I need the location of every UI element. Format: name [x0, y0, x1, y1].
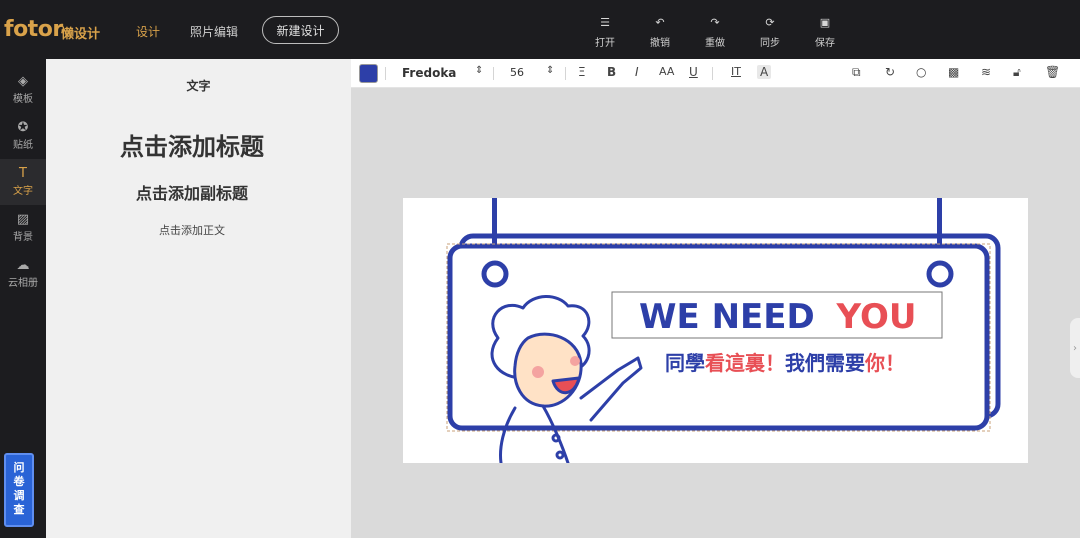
- redo-button[interactable]: ↷ 重做: [697, 16, 733, 49]
- rail-label-stickers: 贴纸: [13, 140, 33, 151]
- divider: [385, 67, 386, 80]
- divider: [565, 67, 566, 80]
- nav-photo-edit[interactable]: 照片编辑: [190, 23, 238, 40]
- hanging-ring: [481, 260, 509, 288]
- undo-button[interactable]: ↶ 撤销: [642, 16, 678, 49]
- underline-button[interactable]: U: [689, 65, 698, 79]
- text-effect-button[interactable]: A: [757, 65, 772, 79]
- nav-design[interactable]: 设计: [136, 23, 160, 40]
- shirt-button: [555, 450, 565, 460]
- bold-button[interactable]: B: [607, 65, 616, 79]
- rail-item-cloud[interactable]: ☁ 云相册: [0, 251, 46, 297]
- logo[interactable]: fotor: [4, 17, 63, 42]
- undo-icon: ↶: [655, 16, 665, 29]
- cheek: [570, 356, 580, 366]
- case-button[interactable]: AA: [659, 65, 674, 78]
- headline-part2: YOU: [836, 297, 917, 337]
- open-label: 打开: [595, 38, 615, 49]
- menu-icon: ☰: [600, 16, 610, 29]
- poster-graphic: WE NEED YOU 同學看這裏！我們需要你！: [446, 188, 1001, 465]
- new-design-button[interactable]: 新建设计: [262, 16, 339, 44]
- rail-item-templates[interactable]: ◈ 模板: [0, 67, 46, 113]
- search-icon[interactable]: ○: [916, 65, 926, 79]
- font-size-stepper-icon[interactable]: ⇕: [546, 65, 554, 76]
- redo-icon: ↷: [710, 16, 720, 29]
- fotor-editor: fotor 懒设计 设计 照片编辑 新建设计 ☰ 打开 ↶ 撤销 ↷ 重做 ⟳ …: [0, 0, 1080, 538]
- subtitle-part3: 我們需要: [785, 351, 865, 375]
- cloud-icon: ☁: [16, 258, 30, 273]
- subtitle-text[interactable]: 同學看這裏！我們需要你！: [665, 351, 905, 375]
- font-select-arrow-icon[interactable]: ⇕: [475, 65, 483, 76]
- shirt-button: [551, 433, 561, 443]
- copy-icon[interactable]: ⧉: [852, 65, 861, 80]
- save-button[interactable]: ▣ 保存: [807, 16, 843, 49]
- background-icon: ▨: [16, 212, 30, 227]
- survey-button[interactable]: 问卷调查: [4, 453, 34, 527]
- panel-expand-handle[interactable]: ›: [1070, 318, 1080, 378]
- transparency-icon[interactable]: ▩: [948, 65, 959, 79]
- undo-label: 撤销: [650, 38, 670, 49]
- redo-label: 重做: [705, 38, 725, 49]
- font-size-input[interactable]: 56: [510, 66, 524, 79]
- hanging-ring: [926, 260, 954, 288]
- add-heading-button[interactable]: 点击添加标题: [46, 127, 338, 162]
- add-subheading-button[interactable]: 点击添加副标题: [46, 180, 338, 204]
- font-family-select[interactable]: Fredoka: [402, 66, 456, 80]
- text-icon: T: [19, 166, 27, 181]
- panel-title: 文字: [186, 79, 211, 93]
- rail-label-text: 文字: [13, 186, 33, 197]
- subtitle-part4: 你！: [864, 351, 905, 375]
- sync-button[interactable]: ⟳ 同步: [752, 16, 788, 49]
- divider: [712, 67, 713, 80]
- format-toolbar: Fredoka ⇕ 56 ⇕ Ξ B I AA U IT A ⧉ ↻ ○ ▩ ≋…: [351, 59, 1080, 88]
- design-canvas[interactable]: WE NEED YOU 同學看這裏！我們需要你！: [403, 188, 1028, 465]
- align-button[interactable]: Ξ: [578, 65, 586, 79]
- rail-item-text[interactable]: T 文字: [0, 159, 46, 205]
- left-rail: ◈ 模板 ✪ 贴纸 T 文字 ▨ 背景 ☁ 云相册 问卷调查: [0, 59, 46, 538]
- letter-spacing-button[interactable]: IT: [731, 65, 741, 78]
- logo-subtitle: 懒设计: [61, 27, 101, 42]
- survey-label: 问卷调查: [13, 461, 25, 516]
- delete-icon[interactable]: 🗑︎: [1045, 65, 1060, 79]
- rail-item-stickers[interactable]: ✪ 贴纸: [0, 113, 46, 159]
- text-panel: 文字 点击添加标题 点击添加副标题 点击添加正文: [46, 59, 351, 538]
- layers-icon: ◈: [18, 74, 28, 89]
- rail-label-background: 背景: [13, 232, 33, 243]
- rotate-icon[interactable]: ↻: [885, 65, 895, 79]
- layers-icon[interactable]: ≋: [981, 65, 991, 79]
- sync-icon: ⟳: [765, 16, 775, 29]
- sync-label: 同步: [760, 38, 780, 49]
- cheek: [532, 366, 544, 378]
- open-button[interactable]: ☰ 打开: [587, 16, 623, 49]
- text-color-swatch[interactable]: [359, 64, 378, 83]
- headline-part1: WE NEED: [639, 297, 815, 337]
- rail-label-cloud: 云相册: [8, 278, 38, 289]
- subtitle-part1: 同學: [665, 351, 705, 375]
- subtitle-part2: 看這裏！: [705, 351, 785, 375]
- rail-item-background[interactable]: ▨ 背景: [0, 205, 46, 251]
- save-icon: ▣: [819, 16, 831, 29]
- save-label: 保存: [815, 38, 835, 49]
- lock-icon[interactable]: 🔓︎: [1013, 65, 1021, 80]
- star-icon: ✪: [17, 120, 29, 135]
- rail-label-templates: 模板: [13, 94, 33, 105]
- add-body-text-button[interactable]: 点击添加正文: [46, 222, 338, 238]
- top-bar: fotor 懒设计 设计 照片编辑 新建设计 ☰ 打开 ↶ 撤销 ↷ 重做 ⟳ …: [0, 4, 1080, 59]
- divider: [493, 67, 494, 80]
- italic-button[interactable]: I: [635, 65, 639, 79]
- workspace: WE NEED YOU 同學看這裏！我們需要你！ ›: [351, 88, 1080, 538]
- headline-text[interactable]: WE NEED YOU: [639, 297, 916, 337]
